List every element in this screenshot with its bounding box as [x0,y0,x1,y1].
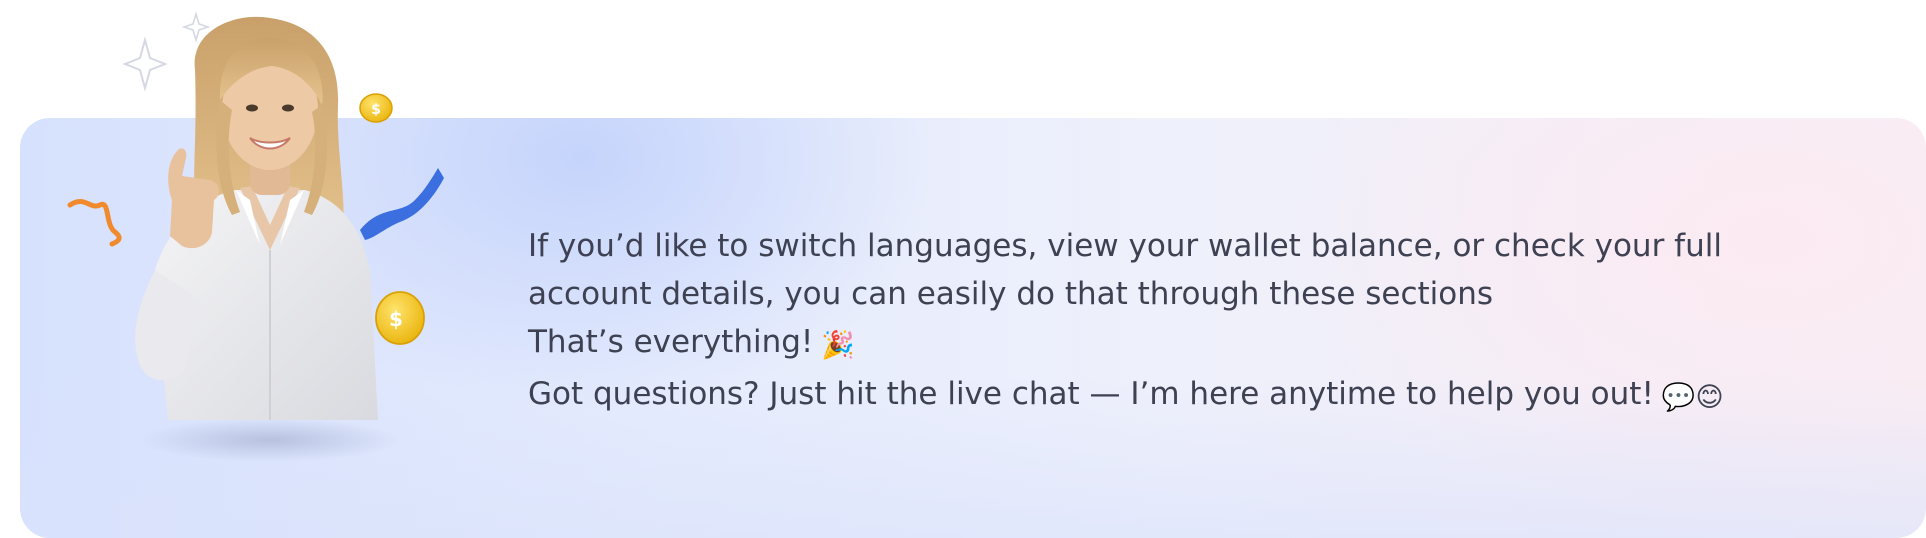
ribbon-icon [360,168,444,240]
figure-shadow [140,418,400,462]
sparkle-icon [122,36,168,92]
assistant-banner: $ $ If you’d like to switch languages, v… [0,0,1926,538]
assistant-figure: $ $ [67,11,444,462]
coin-symbol: $ [371,102,381,118]
message-line-1: If you’d like to switch languages, view … [528,228,1722,264]
coin-symbol: $ [389,307,403,331]
smile-icon: 😊 [1695,382,1724,413]
coin-icon: $ [359,93,393,123]
sparkle-icon [181,11,211,43]
message-line-3: That’s everything! 🎉 [528,318,1828,370]
coin-icon: $ [375,291,425,345]
speech-bubble-icon: 💬 [1661,382,1696,413]
message-line-4: Got questions? Just hit the live chat — … [528,370,1828,422]
message-line-2: account details, you can easily do that … [528,276,1494,312]
confetti-icon [67,199,122,247]
party-popper-icon: 🎉 [821,330,855,361]
message-line-3-text: That’s everything! [528,324,814,360]
assistant-message: If you’d like to switch languages, view … [528,222,1828,422]
assistant-illustration: $ $ [60,0,480,480]
message-line-4-text: Got questions? Just hit the live chat — … [528,376,1654,412]
